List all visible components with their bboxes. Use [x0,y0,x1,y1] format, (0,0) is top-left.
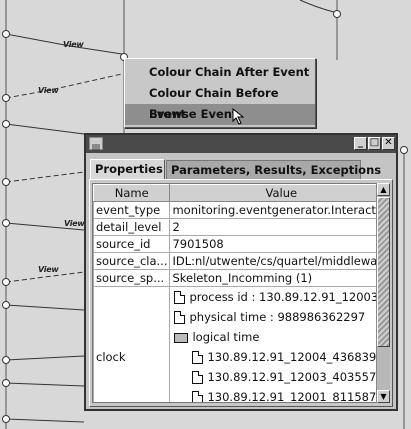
menu-item-colour-chain-before[interactable]: Colour Chain Before Event [125,83,315,121]
property-value: 7901508 [169,235,376,253]
clock-tree-node-label: logical time [192,330,260,344]
property-value: IDL:nl/utwente/cs/quartel/middlewa... [169,252,376,270]
event-browser-window: _ □ ✕ Properties Parameters, Results, Ex… [84,133,398,411]
property-name: source_sp... [93,269,171,287]
view-label: View [38,86,59,95]
column-header-value[interactable]: Value [169,184,376,202]
document-icon [174,311,186,324]
table-row[interactable]: source_id 7901508 [93,235,376,253]
table-row-clock[interactable]: clock process id : 130.89.12.91_12003_ph… [93,286,377,403]
property-value: 2 [169,218,376,236]
properties-panel: Name Value event_type monitoring.eventge… [89,179,393,407]
clock-tree-node-label: 130.89.12.91_12001_8115873 [207,390,377,403]
table-row[interactable]: source_sp... Skeleton_Incomming (1) [93,269,376,287]
clock-tree-node[interactable]: 130.89.12.91_12001_8115873 [171,387,377,403]
clock-tree-node[interactable]: 130.89.12.91_12004_4368397 [171,347,377,367]
property-value: Skeleton_Incomming (1) [169,269,376,287]
tab-parameters-results-exceptions[interactable]: Parameters, Results, Exceptions [166,160,381,179]
document-icon [192,371,204,384]
clock-tree-node-label: 130.89.12.91_12004_4368397 [207,350,377,364]
property-name: event_type [93,201,171,219]
clock-tree-node[interactable]: logical time [171,327,376,347]
document-icon [192,351,204,364]
view-label: View [64,219,85,228]
properties-table: Name Value event_type monitoring.eventge… [93,184,377,403]
property-name: source_id [93,235,171,253]
column-header-name[interactable]: Name [93,184,171,202]
document-icon [174,291,186,304]
mouse-pointer-icon [232,107,254,130]
clock-tree-node-label: process id : 130.89.12.91_12003_ [189,290,377,304]
event-context-menu: Colour Chain After Event Colour Chain Be… [124,58,316,128]
table-row[interactable]: event_type monitoring.eventgenerator.Int… [93,201,376,219]
vertical-scrollbar[interactable]: ▲ ▼ [376,183,390,403]
scrollbar-thumb[interactable] [377,197,390,347]
clock-tree-node[interactable]: 130.89.12.91_12003_4035571 [171,367,377,387]
window-titlebar[interactable]: _ □ ✕ [86,135,396,153]
document-icon [192,391,204,402]
maximize-button[interactable]: □ [368,137,381,150]
menu-item-browse-event[interactable]: Browse Event [125,104,315,125]
property-name: detail_level [93,218,171,236]
scroll-down-arrow-icon[interactable]: ▼ [377,390,390,403]
clock-tree-node[interactable]: physical time : 988986362297 [171,307,376,327]
close-button[interactable]: ✕ [382,137,395,150]
table-row[interactable]: detail_level 2 [93,218,376,236]
clock-tree-node-label: 130.89.12.91_12003_4035571 [207,370,377,384]
view-label: View [63,40,84,49]
minimize-button[interactable]: _ [354,137,367,150]
folder-icon [174,332,189,343]
window-app-icon [89,137,103,150]
clock-tree-node[interactable]: process id : 130.89.12.91_12003_ [171,288,377,308]
property-value: monitoring.eventgenerator.Interacti... [169,201,376,219]
scroll-up-arrow-icon[interactable]: ▲ [377,183,390,196]
table-row[interactable]: source_cla... IDL:nl/utwente/cs/quartel/… [93,252,376,270]
properties-table-viewport: Name Value event_type monitoring.eventge… [92,183,377,403]
clock-tree-node-label: physical time : 988986362297 [189,310,366,324]
view-label: View [38,265,59,274]
menu-item-colour-chain-after[interactable]: Colour Chain After Event [125,62,315,83]
tab-properties[interactable]: Properties [90,159,165,180]
property-name: clock [93,286,171,402]
property-name: source_cla... [93,252,171,270]
clock-tree: process id : 130.89.12.91_12003_ physical… [169,286,377,403]
